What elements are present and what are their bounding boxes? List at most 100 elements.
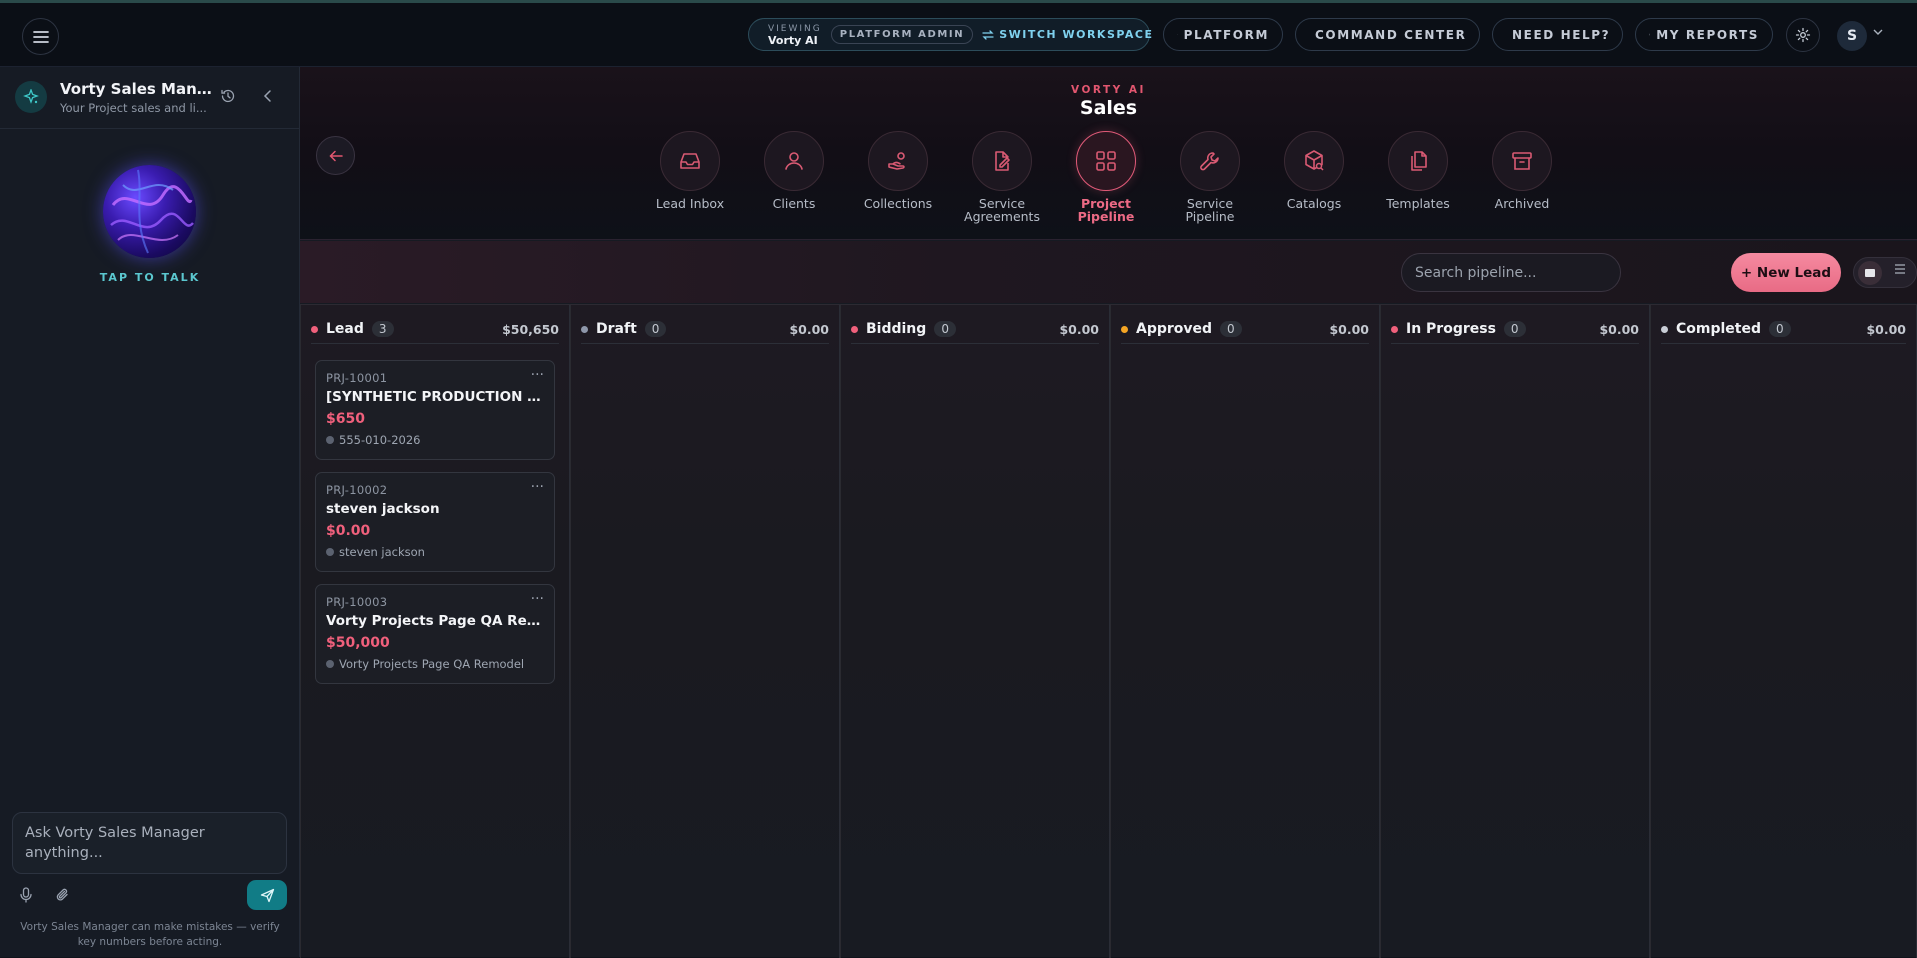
- layers-icon: [1177, 34, 1178, 35]
- column-lead: Lead 3 $50,650 PRJ-10001 ··· [SYNTHETIC …: [300, 305, 570, 958]
- chevron-left-icon[interactable]: [260, 88, 276, 104]
- user-avatar[interactable]: S: [1837, 21, 1867, 51]
- file-signature-icon: [972, 131, 1032, 191]
- column-count: 0: [934, 321, 956, 337]
- column-total: $50,650: [502, 321, 559, 337]
- arrow-left-icon: [328, 150, 343, 161]
- need-help-label: NEED HELP?: [1512, 27, 1611, 42]
- module-eyebrow: VORTY AI: [1071, 84, 1146, 96]
- settings-button[interactable]: [1786, 18, 1820, 52]
- top-bar: VIEWING Vorty AI PLATFORM ADMIN SWITCH W…: [0, 0, 1917, 67]
- command-center-button[interactable]: COMMAND CENTER: [1295, 18, 1480, 51]
- nav-label: Catalogs: [1286, 196, 1342, 211]
- nav-service-pipeline[interactable]: Service Pipeline: [1160, 131, 1260, 223]
- back-button[interactable]: [316, 136, 355, 175]
- column-total: $0.00: [1599, 321, 1639, 337]
- send-icon: [260, 888, 274, 902]
- nav-label: Service Agreements: [964, 196, 1040, 224]
- command-center-label: COMMAND CENTER: [1315, 27, 1467, 42]
- column-completed: Completed 0 $0.00: [1650, 305, 1917, 958]
- archive-icon: [1492, 131, 1552, 191]
- sparkle-icon: [15, 81, 47, 113]
- need-help-button[interactable]: NEED HELP?: [1492, 18, 1623, 51]
- switch-workspace-label: SWITCH WORKSPACE: [999, 28, 1154, 41]
- column-count: 0: [1503, 321, 1526, 337]
- paperclip-icon[interactable]: [56, 887, 70, 903]
- card-amount: $50,000: [326, 635, 390, 651]
- board-icon: [1865, 269, 1875, 277]
- column-header: Completed 0 $0.00: [1661, 315, 1906, 344]
- column-name: In Progress: [1406, 321, 1496, 337]
- swap-icon: [982, 29, 994, 40]
- column-header: Bidding 0 $0.00: [851, 315, 1099, 344]
- microphone-icon[interactable]: [19, 887, 33, 903]
- nav-lead-inbox[interactable]: Lead Inbox: [640, 131, 740, 210]
- column-count: 3: [371, 321, 394, 337]
- menu-button[interactable]: [22, 18, 59, 55]
- document-icon: [1649, 33, 1651, 36]
- assistant-sidebar: Vorty Sales Mana... Your Project sales a…: [0, 67, 300, 957]
- column-total: $0.00: [1059, 321, 1099, 337]
- assistant-title: Vorty Sales Mana...: [60, 80, 220, 98]
- contact-icon: [326, 660, 334, 668]
- send-button[interactable]: [247, 880, 287, 910]
- nav-service-agreements[interactable]: Service Agreements: [952, 131, 1052, 223]
- contact-icon: [326, 548, 334, 556]
- platform-admin-badge: PLATFORM ADMIN: [830, 25, 974, 44]
- column-count: 0: [1220, 321, 1242, 337]
- nav-label: Project Pipeline: [1077, 196, 1135, 224]
- nav-collections[interactable]: Collections: [848, 131, 948, 210]
- column-approved: Approved 0 $0.00: [1110, 305, 1380, 958]
- gear-icon: [1795, 27, 1811, 43]
- column-count: 0: [644, 321, 667, 337]
- column-name: Approved: [1136, 321, 1213, 337]
- card-id: PRJ-10002: [326, 483, 388, 497]
- card-amount: $650: [326, 411, 365, 427]
- board-view-button[interactable]: [1858, 261, 1882, 285]
- more-icon[interactable]: ···: [531, 479, 544, 495]
- my-reports-button[interactable]: MY REPORTS: [1635, 18, 1773, 51]
- nav-clients[interactable]: Clients: [744, 131, 844, 210]
- nav-label: Service Pipeline: [1185, 196, 1235, 224]
- status-dot: [851, 325, 858, 333]
- more-icon[interactable]: ···: [531, 367, 544, 383]
- main-content: VORTY AI Sales Lead Inbox Clients Collec…: [300, 67, 1917, 958]
- new-lead-button[interactable]: + New Lead: [1731, 253, 1841, 292]
- card-meta: steven jackson: [326, 545, 425, 559]
- nav-archived[interactable]: Archived: [1472, 131, 1572, 210]
- platform-label: PLATFORM: [1183, 27, 1269, 42]
- card-meta-text: Vorty Projects Page QA Remodel: [339, 657, 525, 671]
- copy-icon: [1388, 131, 1448, 191]
- wrench-icon: [1180, 131, 1240, 191]
- search-input[interactable]: Search pipeline...: [1401, 253, 1621, 292]
- chat-input[interactable]: Ask Vorty Sales Manager anything...: [12, 812, 287, 874]
- nav-label: Archived: [1494, 196, 1550, 211]
- column-header: Draft 0 $0.00: [581, 315, 829, 344]
- pipeline-card[interactable]: PRJ-10003 ··· Vorty Projects Page QA Rem…: [315, 584, 555, 684]
- hand-coins-icon: [868, 131, 928, 191]
- history-icon[interactable]: [220, 88, 236, 104]
- inbox-icon: [660, 131, 720, 191]
- status-dot: [1661, 325, 1668, 333]
- nav-templates[interactable]: Templates: [1368, 131, 1468, 210]
- pipeline-card[interactable]: PRJ-10001 ··· [SYNTHETIC PRODUCTION QA..…: [315, 360, 555, 460]
- my-reports-label: MY REPORTS: [1656, 27, 1759, 42]
- package-search-icon: [1284, 131, 1344, 191]
- nav-catalogs[interactable]: Catalogs: [1264, 131, 1364, 210]
- card-title: steven jackson: [326, 501, 440, 517]
- sidebar-header: Vorty Sales Mana... Your Project sales a…: [0, 67, 299, 129]
- pipeline-card[interactable]: PRJ-10002 ··· steven jackson $0.00 steve…: [315, 472, 555, 572]
- card-id: PRJ-10003: [326, 595, 388, 609]
- nav-project-pipeline[interactable]: Project Pipeline: [1056, 131, 1156, 223]
- column-total: $0.00: [789, 321, 829, 337]
- pipeline-toolbar: Search pipeline... + New Lead: [300, 241, 1917, 303]
- switch-workspace-button[interactable]: SWITCH WORKSPACE: [982, 28, 1153, 41]
- more-icon[interactable]: ···: [531, 591, 544, 607]
- list-icon[interactable]: [1894, 264, 1906, 274]
- voice-orb[interactable]: [103, 165, 196, 258]
- status-dot: [1391, 325, 1398, 333]
- chevron-down-icon[interactable]: [1873, 29, 1883, 36]
- nav-label: Templates: [1386, 196, 1450, 211]
- tap-to-talk-label[interactable]: TAP TO TALK: [0, 271, 300, 284]
- platform-button[interactable]: PLATFORM: [1163, 18, 1283, 51]
